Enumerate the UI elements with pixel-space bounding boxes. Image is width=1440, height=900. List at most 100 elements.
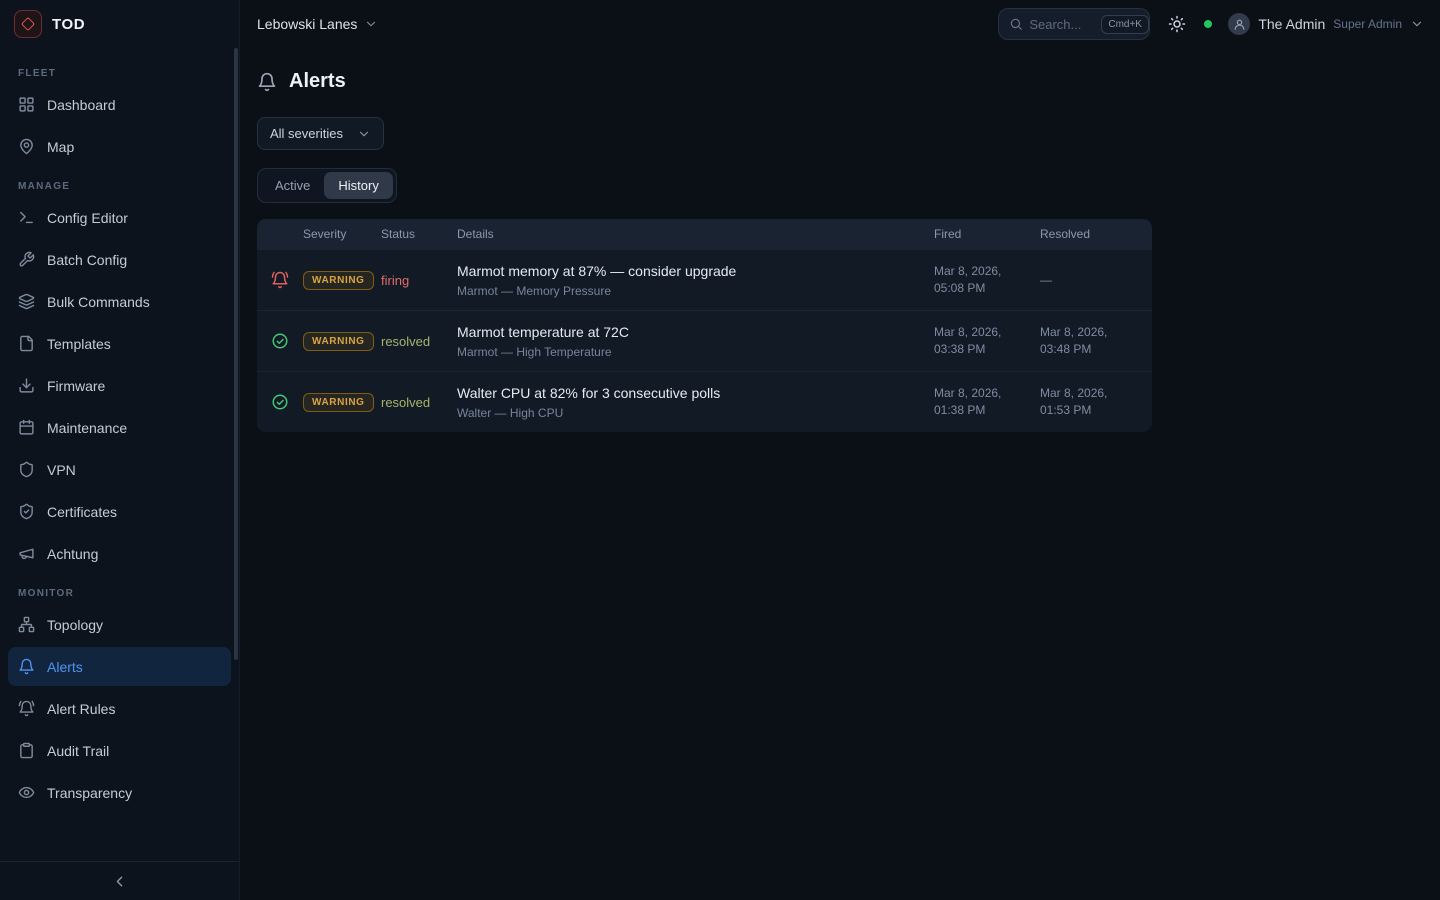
severity-filter-value: All severities (270, 126, 343, 141)
table-row[interactable]: WARNING firing Marmot memory at 87% — co… (257, 249, 1152, 310)
sidebar-item-alerts[interactable]: Alerts (8, 647, 231, 686)
calendar-icon (18, 419, 35, 436)
sidebar-item-label: Config Editor (47, 210, 128, 226)
terminal-icon (18, 209, 35, 226)
tab-history[interactable]: History (324, 172, 392, 199)
user-name: The Admin (1258, 16, 1325, 32)
sidebar-collapse-button[interactable] (105, 867, 134, 896)
sidebar-item-config-editor[interactable]: Config Editor (8, 198, 231, 237)
sidebar-item-transparency[interactable]: Transparency (8, 773, 231, 812)
severity-badge: WARNING (303, 332, 374, 351)
alert-status: resolved (381, 334, 457, 349)
sidebar-item-label: Batch Config (47, 252, 127, 268)
theme-toggle-button[interactable] (1166, 13, 1188, 35)
sidebar-item-map[interactable]: Map (8, 127, 231, 166)
chevron-left-icon (111, 873, 128, 890)
search-shortcut-badge: Cmd+K (1101, 15, 1149, 34)
alert-status: firing (381, 273, 457, 288)
sidebar-item-bulk-commands[interactable]: Bulk Commands (8, 282, 231, 321)
clipboard-icon (18, 742, 35, 759)
col-fired: Fired (934, 227, 1040, 241)
chevron-down-icon (1410, 17, 1424, 31)
wrench-icon (18, 251, 35, 268)
alert-title: Marmot temperature at 72C (457, 324, 934, 340)
col-resolved: Resolved (1040, 227, 1152, 241)
sidebar-item-label: Maintenance (47, 420, 127, 436)
alert-subtitle: Marmot — High Temperature (457, 345, 934, 359)
search-input[interactable] (1029, 17, 1095, 32)
alerts-table: Severity Status Details Fired Resolved W… (257, 219, 1152, 432)
severity-filter-select[interactable]: All severities (257, 117, 384, 150)
sidebar-item-label: Alerts (47, 659, 83, 675)
megaphone-icon (18, 545, 35, 562)
col-status: Status (381, 227, 457, 241)
sidebar-item-label: VPN (47, 462, 76, 478)
col-details: Details (457, 227, 934, 241)
layout-grid-icon (18, 96, 35, 113)
sidebar-item-label: Templates (47, 336, 111, 352)
org-name: Lebowski Lanes (257, 16, 357, 32)
sidebar-item-label: Dashboard (47, 97, 116, 113)
user-icon (1233, 18, 1246, 31)
chevron-down-icon (364, 17, 378, 31)
section-label-fleet: FLEET (8, 56, 231, 85)
app-logo-icon (14, 10, 42, 38)
map-pin-icon (18, 138, 35, 155)
file-icon (18, 335, 35, 352)
sidebar: TOD FLEET Dashboard Map MANAGE Config Ed… (0, 0, 240, 900)
user-menu[interactable]: The Admin Super Admin (1228, 13, 1424, 35)
sidebar-item-dashboard[interactable]: Dashboard (8, 85, 231, 124)
diamond-logo-icon (21, 17, 35, 31)
page-title: Alerts (289, 70, 346, 93)
severity-badge: WARNING (303, 271, 374, 290)
sidebar-item-achtung[interactable]: Achtung (8, 534, 231, 573)
avatar (1228, 13, 1250, 35)
org-switcher[interactable]: Lebowski Lanes (257, 16, 378, 32)
sidebar-item-label: Certificates (47, 504, 117, 520)
bell-icon (257, 72, 277, 92)
main-column: Lebowski Lanes Cmd+K The Admin Super Adm… (240, 0, 1440, 900)
sidebar-item-maintenance[interactable]: Maintenance (8, 408, 231, 447)
alert-resolved-time: Mar 8, 2026, 01:53 PM (1040, 385, 1152, 419)
alert-resolved-time: — (1040, 272, 1152, 289)
search-icon (1009, 17, 1023, 31)
alert-fired-time: Mar 8, 2026, 03:38 PM (934, 324, 1040, 358)
alert-status: resolved (381, 395, 457, 410)
sidebar-item-vpn[interactable]: VPN (8, 450, 231, 489)
sidebar-item-audit-trail[interactable]: Audit Trail (8, 731, 231, 770)
shield-icon (18, 461, 35, 478)
sidebar-item-certificates[interactable]: Certificates (8, 492, 231, 531)
shield-check-icon (18, 503, 35, 520)
network-icon (18, 616, 35, 633)
sidebar-item-templates[interactable]: Templates (8, 324, 231, 363)
sidebar-item-batch-config[interactable]: Batch Config (8, 240, 231, 279)
alert-subtitle: Marmot — Memory Pressure (457, 284, 934, 298)
alert-resolved-time: Mar 8, 2026, 03:48 PM (1040, 324, 1152, 358)
topbar: Lebowski Lanes Cmd+K The Admin Super Adm… (240, 0, 1440, 48)
sidebar-item-alert-rules[interactable]: Alert Rules (8, 689, 231, 728)
sidebar-footer (0, 861, 239, 900)
alert-fired-time: Mar 8, 2026, 01:38 PM (934, 385, 1040, 419)
sidebar-item-firmware[interactable]: Firmware (8, 366, 231, 405)
sidebar-item-label: Audit Trail (47, 743, 109, 759)
alerts-tabs: Active History (257, 168, 397, 203)
sun-icon (1168, 15, 1186, 33)
alert-title: Marmot memory at 87% — consider upgrade (457, 263, 934, 279)
sidebar-scrollbar[interactable] (234, 48, 238, 660)
sidebar-item-topology[interactable]: Topology (8, 605, 231, 644)
bell-icon (18, 658, 35, 675)
sidebar-nav: FLEET Dashboard Map MANAGE Config Editor… (0, 48, 239, 861)
table-header: Severity Status Details Fired Resolved (257, 219, 1152, 249)
tab-active[interactable]: Active (261, 172, 324, 199)
col-severity: Severity (303, 227, 381, 241)
bell-ring-icon (18, 700, 35, 717)
connection-status-dot (1204, 20, 1212, 28)
table-row[interactable]: WARNING resolved Walter CPU at 82% for 3… (257, 371, 1152, 432)
main-content: Alerts All severities Active History Sev… (240, 48, 1440, 900)
layers-icon (18, 293, 35, 310)
table-row[interactable]: WARNING resolved Marmot temperature at 7… (257, 310, 1152, 371)
search-box[interactable]: Cmd+K (998, 8, 1150, 40)
section-label-monitor: MONITOR (8, 576, 231, 605)
alert-fired-time: Mar 8, 2026, 05:08 PM (934, 263, 1040, 297)
sidebar-item-label: Topology (47, 617, 103, 633)
